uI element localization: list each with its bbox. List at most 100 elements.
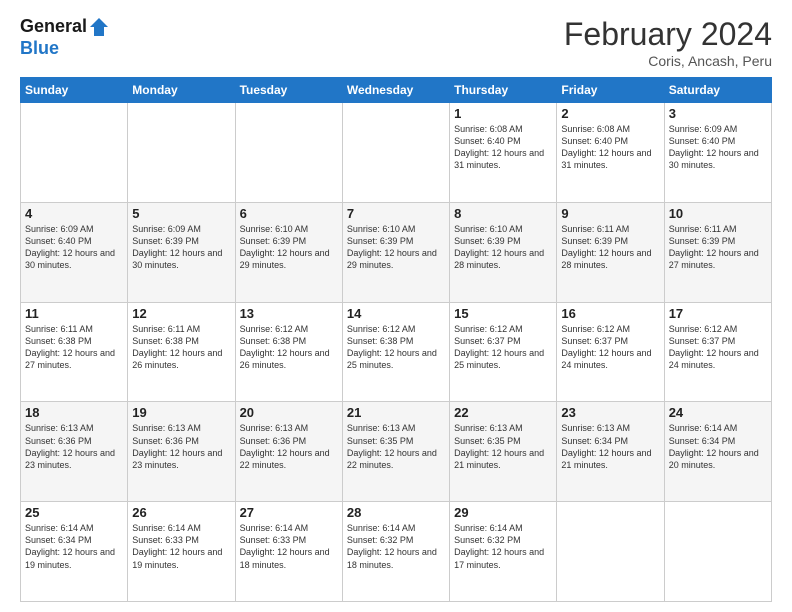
week-row-4: 18 Sunrise: 6:13 AM Sunset: 6:36 PM Dayli… — [21, 402, 772, 502]
day-number: 9 — [561, 206, 659, 221]
day-number: 18 — [25, 405, 123, 420]
day-info: Sunrise: 6:12 AM Sunset: 6:37 PM Dayligh… — [561, 323, 659, 372]
day-number: 5 — [132, 206, 230, 221]
header: General Blue February 2024 Coris, Ancash… — [20, 16, 772, 69]
day-number: 15 — [454, 306, 552, 321]
cell-w3-d6: 16 Sunrise: 6:12 AM Sunset: 6:37 PM Dayli… — [557, 302, 664, 402]
cell-w2-d3: 6 Sunrise: 6:10 AM Sunset: 6:39 PM Daylig… — [235, 202, 342, 302]
day-number: 11 — [25, 306, 123, 321]
col-wednesday: Wednesday — [342, 78, 449, 103]
day-number: 22 — [454, 405, 552, 420]
cell-w1-d7: 3 Sunrise: 6:09 AM Sunset: 6:40 PM Daylig… — [664, 103, 771, 203]
day-number: 23 — [561, 405, 659, 420]
day-info: Sunrise: 6:14 AM Sunset: 6:33 PM Dayligh… — [240, 522, 338, 571]
week-row-5: 25 Sunrise: 6:14 AM Sunset: 6:34 PM Dayli… — [21, 502, 772, 602]
day-number: 13 — [240, 306, 338, 321]
week-row-3: 11 Sunrise: 6:11 AM Sunset: 6:38 PM Dayli… — [21, 302, 772, 402]
col-tuesday: Tuesday — [235, 78, 342, 103]
cell-w4-d2: 19 Sunrise: 6:13 AM Sunset: 6:36 PM Dayli… — [128, 402, 235, 502]
cell-w3-d5: 15 Sunrise: 6:12 AM Sunset: 6:37 PM Dayli… — [450, 302, 557, 402]
day-number: 24 — [669, 405, 767, 420]
cell-w3-d3: 13 Sunrise: 6:12 AM Sunset: 6:38 PM Dayli… — [235, 302, 342, 402]
day-info: Sunrise: 6:10 AM Sunset: 6:39 PM Dayligh… — [347, 223, 445, 272]
col-sunday: Sunday — [21, 78, 128, 103]
day-info: Sunrise: 6:13 AM Sunset: 6:34 PM Dayligh… — [561, 422, 659, 471]
day-number: 12 — [132, 306, 230, 321]
day-number: 16 — [561, 306, 659, 321]
day-number: 19 — [132, 405, 230, 420]
day-info: Sunrise: 6:10 AM Sunset: 6:39 PM Dayligh… — [240, 223, 338, 272]
cell-w1-d1 — [21, 103, 128, 203]
col-friday: Friday — [557, 78, 664, 103]
calendar-table: Sunday Monday Tuesday Wednesday Thursday… — [20, 77, 772, 602]
cell-w2-d6: 9 Sunrise: 6:11 AM Sunset: 6:39 PM Daylig… — [557, 202, 664, 302]
day-info: Sunrise: 6:13 AM Sunset: 6:36 PM Dayligh… — [132, 422, 230, 471]
cell-w1-d5: 1 Sunrise: 6:08 AM Sunset: 6:40 PM Daylig… — [450, 103, 557, 203]
col-monday: Monday — [128, 78, 235, 103]
day-number: 17 — [669, 306, 767, 321]
cell-w4-d1: 18 Sunrise: 6:13 AM Sunset: 6:36 PM Dayli… — [21, 402, 128, 502]
cell-w4-d3: 20 Sunrise: 6:13 AM Sunset: 6:36 PM Dayli… — [235, 402, 342, 502]
logo: General Blue — [20, 16, 111, 59]
cell-w2-d7: 10 Sunrise: 6:11 AM Sunset: 6:39 PM Dayli… — [664, 202, 771, 302]
day-info: Sunrise: 6:12 AM Sunset: 6:38 PM Dayligh… — [240, 323, 338, 372]
day-info: Sunrise: 6:11 AM Sunset: 6:39 PM Dayligh… — [561, 223, 659, 272]
day-info: Sunrise: 6:13 AM Sunset: 6:35 PM Dayligh… — [454, 422, 552, 471]
day-info: Sunrise: 6:08 AM Sunset: 6:40 PM Dayligh… — [454, 123, 552, 172]
logo-text: General — [20, 16, 111, 38]
day-number: 2 — [561, 106, 659, 121]
day-info: Sunrise: 6:10 AM Sunset: 6:39 PM Dayligh… — [454, 223, 552, 272]
cell-w5-d2: 26Sunrise: 6:14 AM Sunset: 6:33 PM Dayli… — [128, 502, 235, 602]
day-number: 27 — [240, 505, 338, 520]
cell-w1-d4 — [342, 103, 449, 203]
day-info: Sunrise: 6:11 AM Sunset: 6:38 PM Dayligh… — [25, 323, 123, 372]
day-info: Sunrise: 6:14 AM Sunset: 6:34 PM Dayligh… — [669, 422, 767, 471]
day-info: Sunrise: 6:11 AM Sunset: 6:38 PM Dayligh… — [132, 323, 230, 372]
day-info: Sunrise: 6:14 AM Sunset: 6:32 PM Dayligh… — [347, 522, 445, 571]
cell-w5-d3: 27 Sunrise: 6:14 AM Sunset: 6:33 PM Dayli… — [235, 502, 342, 602]
day-info: Sunrise: 6:14 AM Sunset: 6:34 PM Dayligh… — [25, 522, 123, 571]
cell-w5-d7 — [664, 502, 771, 602]
cell-w3-d4: 14Sunrise: 6:12 AM Sunset: 6:38 PM Dayli… — [342, 302, 449, 402]
cell-w2-d1: 4Sunrise: 6:09 AM Sunset: 6:40 PM Daylig… — [21, 202, 128, 302]
cell-w4-d5: 22 Sunrise: 6:13 AM Sunset: 6:35 PM Dayli… — [450, 402, 557, 502]
cell-w2-d2: 5 Sunrise: 6:09 AM Sunset: 6:39 PM Daylig… — [128, 202, 235, 302]
cell-w3-d1: 11 Sunrise: 6:11 AM Sunset: 6:38 PM Dayli… — [21, 302, 128, 402]
day-info: Sunrise: 6:14 AM Sunset: 6:32 PM Dayligh… — [454, 522, 552, 571]
day-number: 29 — [454, 505, 552, 520]
day-info: Sunrise: 6:09 AM Sunset: 6:40 PM Dayligh… — [669, 123, 767, 172]
logo-icon — [88, 16, 110, 38]
cell-w4-d6: 23 Sunrise: 6:13 AM Sunset: 6:34 PM Dayli… — [557, 402, 664, 502]
day-number: 7 — [347, 206, 445, 221]
logo-general: General — [20, 16, 87, 36]
day-info: Sunrise: 6:09 AM Sunset: 6:39 PM Dayligh… — [132, 223, 230, 272]
day-info: Sunrise: 6:08 AM Sunset: 6:40 PM Dayligh… — [561, 123, 659, 172]
day-number: 3 — [669, 106, 767, 121]
cell-w1-d6: 2 Sunrise: 6:08 AM Sunset: 6:40 PM Daylig… — [557, 103, 664, 203]
day-info: Sunrise: 6:13 AM Sunset: 6:36 PM Dayligh… — [240, 422, 338, 471]
day-info: Sunrise: 6:11 AM Sunset: 6:39 PM Dayligh… — [669, 223, 767, 272]
cell-w4-d4: 21Sunrise: 6:13 AM Sunset: 6:35 PM Dayli… — [342, 402, 449, 502]
cell-w5-d5: 29 Sunrise: 6:14 AM Sunset: 6:32 PM Dayli… — [450, 502, 557, 602]
day-number: 21 — [347, 405, 445, 420]
cell-w5-d4: 28Sunrise: 6:14 AM Sunset: 6:32 PM Dayli… — [342, 502, 449, 602]
day-info: Sunrise: 6:12 AM Sunset: 6:38 PM Dayligh… — [347, 323, 445, 372]
day-number: 8 — [454, 206, 552, 221]
day-number: 20 — [240, 405, 338, 420]
day-info: Sunrise: 6:13 AM Sunset: 6:36 PM Dayligh… — [25, 422, 123, 471]
page: General Blue February 2024 Coris, Ancash… — [0, 0, 792, 612]
day-info: Sunrise: 6:09 AM Sunset: 6:40 PM Dayligh… — [25, 223, 123, 272]
week-row-2: 4Sunrise: 6:09 AM Sunset: 6:40 PM Daylig… — [21, 202, 772, 302]
cell-w5-d6 — [557, 502, 664, 602]
day-number: 26 — [132, 505, 230, 520]
cell-w2-d5: 8 Sunrise: 6:10 AM Sunset: 6:39 PM Daylig… — [450, 202, 557, 302]
day-number: 1 — [454, 106, 552, 121]
cell-w1-d2 — [128, 103, 235, 203]
day-number: 6 — [240, 206, 338, 221]
cell-w2-d4: 7 Sunrise: 6:10 AM Sunset: 6:39 PM Daylig… — [342, 202, 449, 302]
day-number: 10 — [669, 206, 767, 221]
cell-w5-d1: 25 Sunrise: 6:14 AM Sunset: 6:34 PM Dayli… — [21, 502, 128, 602]
day-info: Sunrise: 6:12 AM Sunset: 6:37 PM Dayligh… — [454, 323, 552, 372]
day-number: 25 — [25, 505, 123, 520]
cell-w3-d7: 17Sunrise: 6:12 AM Sunset: 6:37 PM Dayli… — [664, 302, 771, 402]
